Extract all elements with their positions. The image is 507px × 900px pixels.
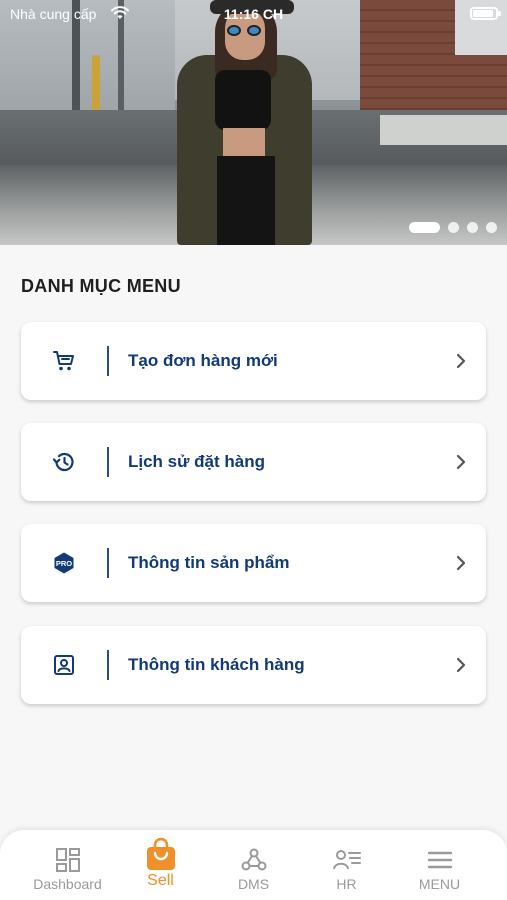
carousel-dot[interactable]: [467, 222, 478, 233]
webhook-icon: [240, 846, 268, 874]
people-list-icon: [332, 846, 361, 874]
divider: [107, 650, 109, 680]
tab-label: DMS: [237, 876, 270, 892]
carousel-dot[interactable]: [409, 222, 440, 233]
carousel-indicator[interactable]: [409, 222, 497, 233]
menu-item-customer-info[interactable]: Thông tin khách hàng: [21, 626, 486, 704]
status-bar: Nhà cung cấp 11:16 CH: [0, 0, 507, 28]
contact-card-icon: [21, 653, 107, 677]
section-title: DANH MỤC MENU: [21, 276, 181, 296]
status-time: 11:16 CH: [223, 6, 284, 22]
chevron-right-icon: [436, 657, 486, 673]
tab-sell[interactable]: Sell: [110, 830, 211, 900]
divider: [107, 346, 109, 376]
menu-item-label: Lịch sử đặt hàng: [128, 452, 265, 471]
tab-label: Sell: [147, 872, 174, 889]
banner-curb: [380, 115, 507, 145]
divider: [107, 447, 109, 477]
history-icon: [21, 450, 107, 474]
menu-item-label: Tạo đơn hàng mới: [128, 351, 278, 370]
chevron-right-icon: [436, 454, 486, 470]
svg-text:PRO: PRO: [56, 559, 72, 568]
banner-carousel[interactable]: [0, 0, 507, 245]
tab-label: HR: [336, 876, 357, 892]
carousel-dot[interactable]: [486, 222, 497, 233]
dashboard-icon: [55, 846, 81, 874]
banner-pipe: [92, 55, 100, 115]
menu-item-order-history[interactable]: Lịch sử đặt hàng: [21, 423, 486, 501]
menu-item-create-order[interactable]: Tạo đơn hàng mới: [21, 322, 486, 400]
menu-item-label: Thông tin sản phẩm: [128, 553, 290, 572]
chevron-right-icon: [436, 353, 486, 369]
cart-icon: [21, 349, 107, 373]
tab-dms[interactable]: DMS: [203, 830, 304, 900]
battery-icon: [470, 7, 501, 20]
pro-badge-icon: PRO: [21, 551, 107, 575]
chevron-right-icon: [436, 555, 486, 571]
bottom-tab-bar: Dashboard Sell DMS HR MENU: [0, 830, 507, 900]
shopping-bag-icon: [145, 837, 177, 870]
tab-menu[interactable]: MENU: [389, 830, 490, 900]
banner-model-photo: [175, 0, 315, 245]
tab-label: MENU: [418, 876, 461, 892]
tab-dashboard[interactable]: Dashboard: [17, 830, 118, 900]
carousel-dot[interactable]: [448, 222, 459, 233]
tab-label: Dashboard: [33, 876, 102, 892]
menu-item-product-info[interactable]: PRO Thông tin sản phẩm: [21, 524, 486, 602]
tab-hr[interactable]: HR: [296, 830, 397, 900]
menu-item-label: Thông tin khách hàng: [128, 655, 305, 674]
hamburger-menu-icon: [427, 846, 453, 874]
divider: [107, 548, 109, 578]
